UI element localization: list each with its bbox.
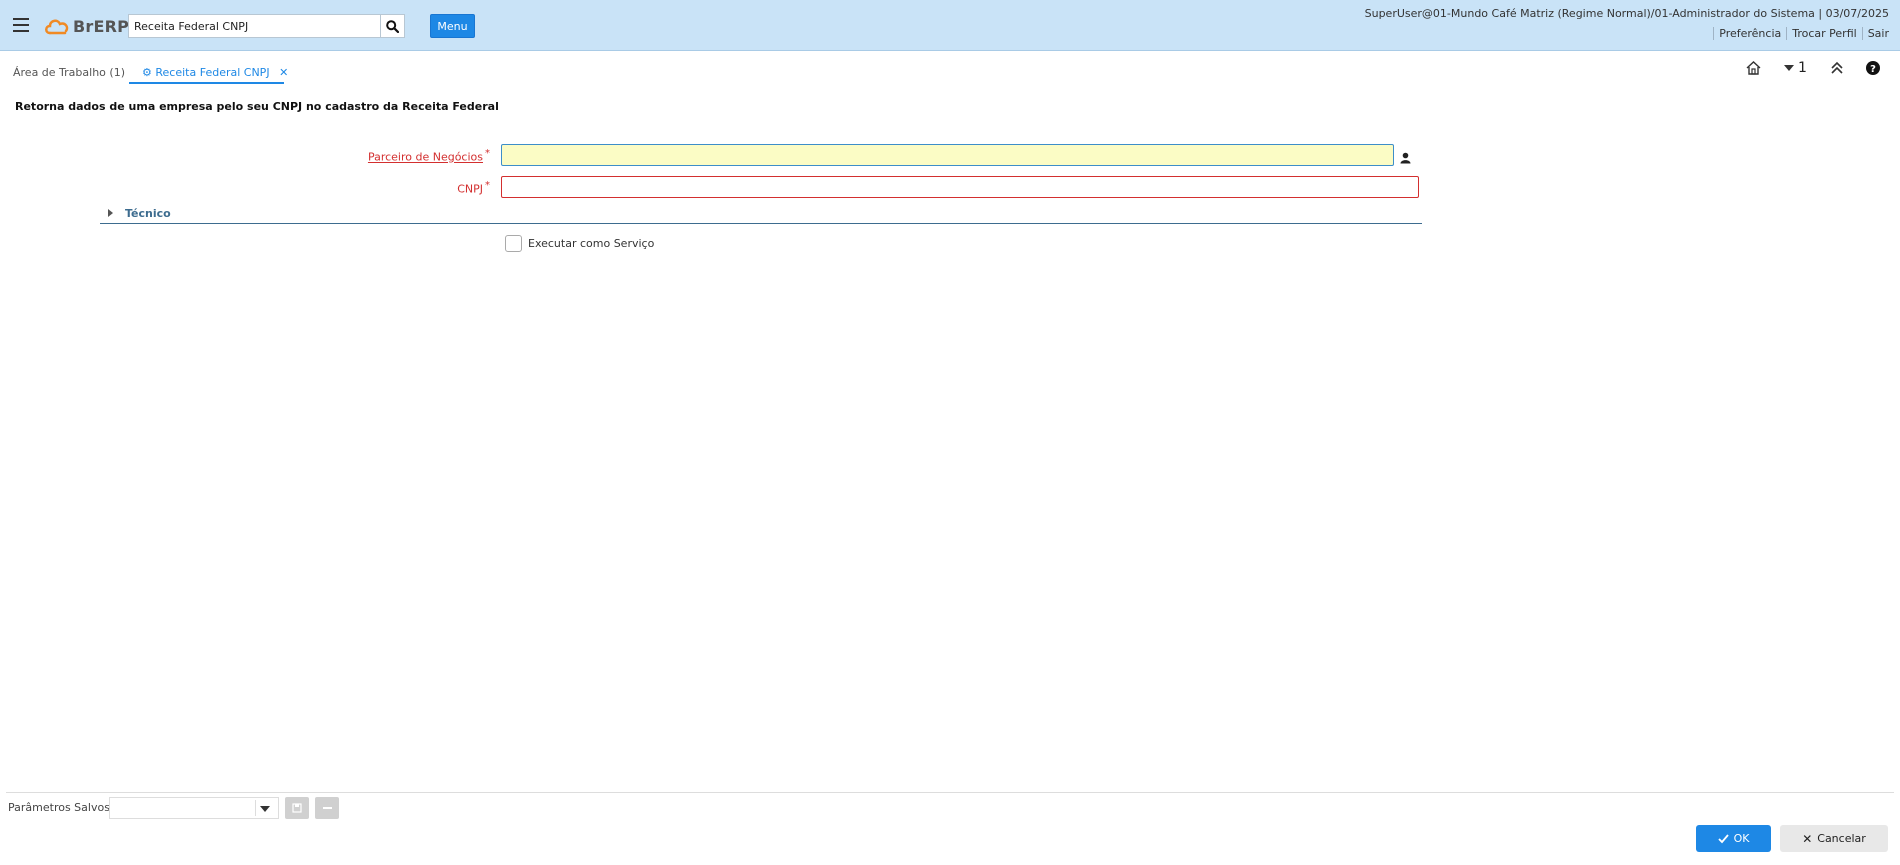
- tab-workspace[interactable]: Área de Trabalho (1): [13, 59, 125, 84]
- ok-label: OK: [1733, 832, 1750, 845]
- run-as-service-label: Executar como Serviço: [528, 237, 655, 250]
- tab-receita-federal-cnpj[interactable]: ⚙ Receita Federal CNPJ ✕: [129, 59, 288, 84]
- saved-params-select[interactable]: [109, 797, 279, 819]
- tab-workspace-label: Área de Trabalho (1): [13, 66, 125, 79]
- business-partner-lookup-button[interactable]: [1400, 149, 1411, 168]
- cnpj-field[interactable]: [501, 176, 1419, 198]
- business-partner-field[interactable]: [501, 144, 1394, 166]
- business-partner-label-text: Parceiro de Negócios: [367, 150, 483, 164]
- minus-icon: [322, 807, 332, 809]
- search-button[interactable]: [380, 15, 404, 37]
- global-search: [128, 14, 405, 38]
- delete-params-button[interactable]: [315, 797, 339, 819]
- person-icon: [1400, 152, 1411, 164]
- home-icon: [1746, 61, 1761, 75]
- floppy-icon: [292, 803, 302, 813]
- search-input[interactable]: [129, 15, 380, 37]
- collapse-button[interactable]: [1830, 58, 1844, 78]
- process-description: Retorna dados de uma empresa pelo seu CN…: [15, 100, 499, 113]
- search-icon: [386, 19, 399, 33]
- caret-down-icon[interactable]: [260, 806, 270, 812]
- run-as-service-checkbox[interactable]: [505, 235, 522, 252]
- cancel-button[interactable]: ✕ Cancelar: [1780, 825, 1888, 852]
- brerp-logo[interactable]: BrERP: [43, 13, 129, 39]
- caret-right-icon[interactable]: [108, 209, 113, 217]
- switch-role-link[interactable]: Trocar Perfil: [1786, 27, 1861, 40]
- home-button[interactable]: [1745, 58, 1762, 78]
- tab-process-label: Receita Federal CNPJ: [155, 66, 270, 79]
- gear-icon: ⚙: [142, 66, 152, 79]
- caret-down-icon: [1784, 65, 1794, 71]
- technical-section-title[interactable]: Técnico: [125, 207, 171, 220]
- cloud-logo-icon: [45, 19, 69, 35]
- close-tab-icon[interactable]: ✕: [279, 66, 288, 79]
- window-count: 1: [1798, 60, 1807, 76]
- help-button[interactable]: ?: [1865, 58, 1881, 78]
- header-links: Preferência Trocar Perfil Sair: [1713, 27, 1894, 40]
- logout-link[interactable]: Sair: [1861, 27, 1894, 40]
- hamburger-menu-icon[interactable]: [13, 18, 29, 32]
- cnpj-label-text: CNPJ: [457, 182, 483, 196]
- check-icon: [1717, 833, 1729, 843]
- cancel-label: Cancelar: [1817, 832, 1866, 845]
- cnpj-label: CNPJ *: [350, 180, 490, 196]
- window-tabs: Área de Trabalho (1) ⚙ Receita Federal C…: [0, 52, 1900, 84]
- required-marker: *: [485, 148, 490, 159]
- double-chevron-up-icon: [1831, 61, 1843, 74]
- help-icon: ?: [1866, 61, 1880, 75]
- ok-button[interactable]: OK: [1696, 825, 1771, 852]
- app-header: BrERP Menu SuperUser@01-Mundo Café Matri…: [0, 0, 1900, 51]
- technical-section: Técnico: [100, 203, 1422, 224]
- svg-text:?: ?: [1870, 64, 1876, 75]
- save-params-button[interactable]: [285, 797, 309, 819]
- combo-separator: [255, 800, 256, 816]
- saved-params-label: Parâmetros Salvos: [8, 801, 110, 814]
- user-info: SuperUser@01-Mundo Café Matriz (Regime N…: [1364, 7, 1889, 20]
- footer-divider: [6, 792, 1894, 793]
- menu-button[interactable]: Menu: [430, 14, 475, 38]
- close-icon: ✕: [1802, 831, 1813, 846]
- business-partner-label[interactable]: Parceiro de Negócios *: [350, 148, 490, 164]
- window-list-dropdown[interactable]: 1: [1784, 58, 1807, 78]
- required-marker: *: [485, 180, 490, 191]
- logo-text: BrERP: [73, 16, 130, 36]
- preferences-link[interactable]: Preferência: [1713, 27, 1786, 40]
